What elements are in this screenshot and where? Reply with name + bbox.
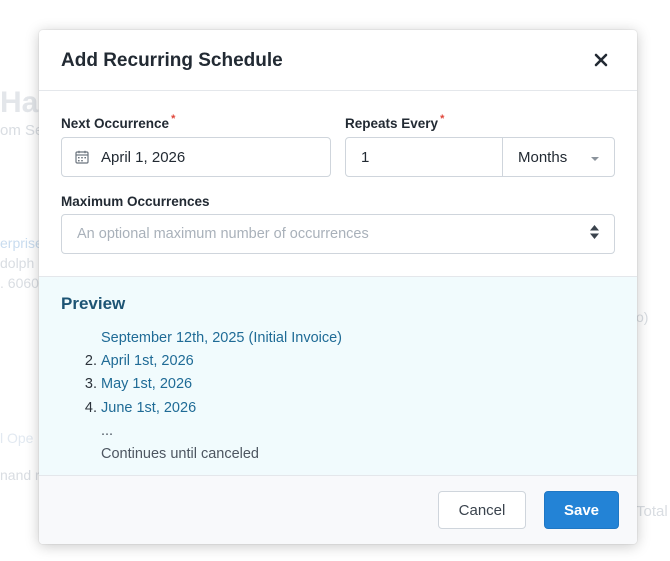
list-item: 3. May 1st, 2026: [79, 373, 342, 396]
preview-date: April 1st, 2026: [101, 353, 194, 370]
preview-initial-date: September 12th, 2025 (Initial Invoice): [101, 330, 342, 346]
background-text: nand r: [0, 467, 40, 483]
next-occurrence-value: April 1, 2026: [101, 148, 186, 166]
repeats-every-value: 1: [361, 148, 370, 166]
background-link: erprise: [0, 235, 43, 251]
preview-date: May 1st, 2026: [101, 376, 193, 393]
caret-down-icon: [590, 149, 600, 166]
background-link: l Ope: [0, 430, 34, 446]
preview-list: September 12th, 2025 (Initial Invoice) 2…: [79, 327, 342, 466]
repeats-every-unit-value: Months: [518, 148, 568, 166]
preview-section: Preview September 12th, 2025 (Initial In…: [39, 276, 637, 476]
list-item: Continues until canceled: [79, 443, 342, 466]
save-button[interactable]: Save: [544, 491, 619, 529]
close-button[interactable]: [589, 50, 613, 74]
cancel-button[interactable]: Cancel: [438, 491, 526, 529]
list-item: September 12th, 2025 (Initial Invoice): [79, 327, 342, 350]
repeats-every-unit-select[interactable]: Months: [502, 137, 615, 177]
modal-title: Add Recurring Schedule: [61, 50, 283, 71]
recurring-schedule-modal: Add Recurring Schedule Next Occurrence*: [39, 30, 637, 544]
repeats-every-number-input[interactable]: 1: [345, 137, 503, 177]
next-occurrence-date-input[interactable]: April 1, 2026: [61, 137, 331, 177]
modal-footer: Cancel Save: [39, 476, 637, 544]
next-occurrence-label: Next Occurrence *: [61, 113, 176, 131]
maximum-occurrences-field: [61, 214, 615, 254]
close-icon: [594, 53, 608, 72]
preview-continues-text: Continues until canceled: [101, 446, 259, 463]
background-text: o): [636, 309, 649, 325]
background-text: dolph: [0, 255, 35, 271]
maximum-occurrences-input[interactable]: [77, 226, 557, 242]
background-subtitle: om Se: [0, 122, 44, 139]
required-marker: *: [440, 113, 445, 125]
repeats-every-label: Repeats Every *: [345, 113, 445, 131]
background-total-label: Total: [636, 503, 668, 520]
list-item: 4. June 1st, 2026: [79, 397, 342, 420]
stepper-icon[interactable]: [589, 224, 600, 244]
preview-date: June 1st, 2026: [101, 399, 197, 416]
list-item: 2. April 1st, 2026: [79, 350, 342, 373]
calendar-icon: [75, 150, 89, 164]
maximum-occurrences-label: Maximum Occurrences: [61, 194, 210, 209]
required-marker: *: [171, 113, 176, 125]
modal-header: Add Recurring Schedule: [39, 30, 637, 91]
preview-ellipsis: ...: [101, 422, 114, 439]
list-item: ...: [79, 420, 342, 443]
background-text: . 6060: [0, 275, 39, 291]
preview-title: Preview: [61, 294, 126, 313]
